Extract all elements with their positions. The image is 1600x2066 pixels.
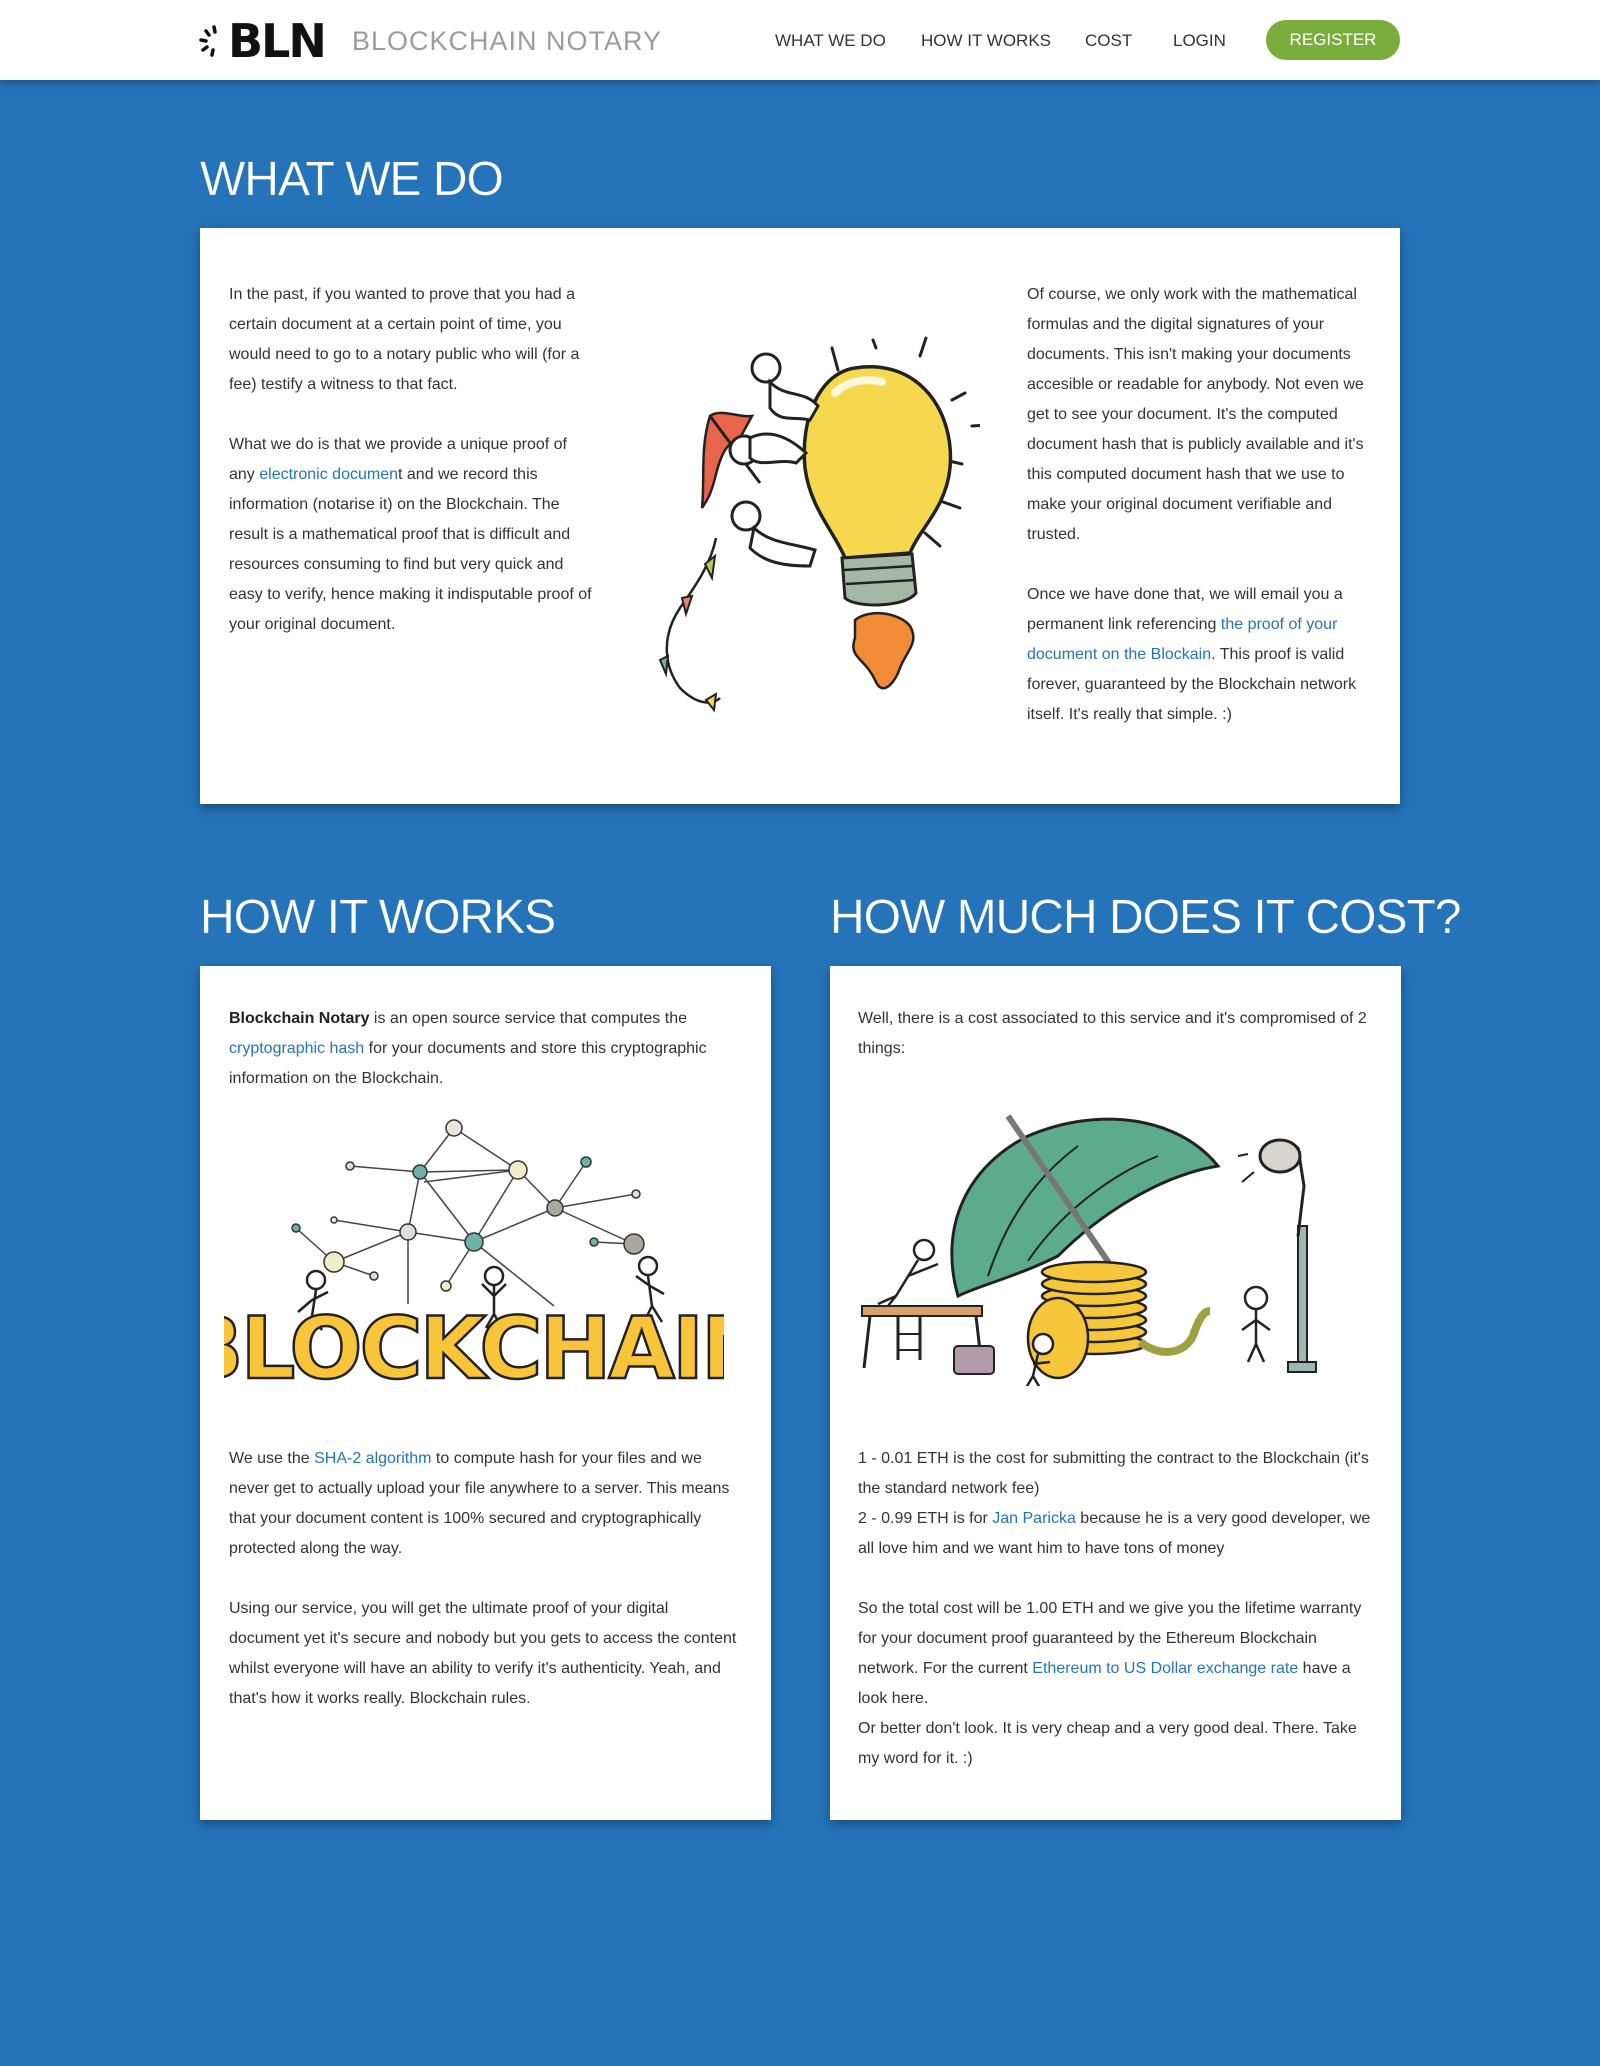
nav-how-it-works[interactable]: HOW IT WORKS [921, 28, 1051, 54]
blockchain-word: BLOCKCHAIN [224, 1299, 724, 1386]
cost-intro: Well, there is a cost associated to this… [858, 1004, 1370, 1064]
nav-login[interactable]: LOGIN [1173, 28, 1226, 54]
how-it-works-title: HOW IT WORKS [200, 891, 556, 944]
paragraph: Of course, we only work with the mathema… [1027, 286, 1364, 543]
cost-body: 1 - 0.01 ETH is the cost for submitting … [858, 1444, 1372, 1774]
paragraph: What we do is that we provide a unique p… [229, 430, 597, 640]
paragraph: So the total cost will be 1.00 ETH and w… [858, 1594, 1372, 1714]
register-button[interactable]: REGISTER [1266, 20, 1400, 60]
what-we-do-left-text: In the past, if you wanted to prove that… [229, 280, 597, 640]
cost-item-1: 1 - 0.01 ETH is the cost for submitting … [858, 1450, 1369, 1497]
text: We use the [229, 1450, 315, 1467]
cost-item-2: 2 - 0.99 ETH is for Jan Paricka because … [858, 1504, 1372, 1564]
site-header: BLN BLOCKCHAIN NOTARY WHAT WE DO HOW IT … [0, 0, 1600, 80]
paragraph: Blockchain Notary is an open source serv… [229, 1004, 741, 1094]
paragraph: Well, there is a cost associated to this… [858, 1010, 1367, 1057]
nav-cost[interactable]: COST [1085, 28, 1132, 54]
cryptographic-hash-link[interactable]: cryptographic hash [229, 1040, 364, 1057]
cost-title: HOW MUCH DOES IT COST? [830, 891, 1462, 944]
nav-what-we-do[interactable]: WHAT WE DO [775, 28, 886, 54]
paragraph: Using our service, you will get the ulti… [229, 1600, 737, 1707]
what-we-do-title: WHAT WE DO [200, 153, 504, 206]
cost-card: Well, there is a cost associated to this… [830, 966, 1401, 1820]
logo-burst-icon [199, 25, 217, 57]
exchange-rate-link[interactable]: Ethereum to US Dollar exchange rate [1032, 1660, 1298, 1677]
jan-paricka-link[interactable]: Jan Paricka [992, 1510, 1076, 1527]
paragraph: We use the SHA-2 algorithm to compute ha… [229, 1444, 741, 1564]
logo[interactable]: BLN [198, 14, 327, 68]
text: is an open source service that computes … [369, 1010, 687, 1027]
brand-name: BLOCKCHAIN NOTARY [352, 26, 663, 56]
paragraph: Once we have done that, we will email yo… [1027, 580, 1377, 730]
logo-text: BLN [228, 14, 327, 68]
cost-illustration [861, 1114, 1317, 1386]
text: t and we record this information (notari… [229, 466, 592, 633]
paragraph: Or better don't look. It is very cheap a… [858, 1720, 1357, 1767]
how-it-works-intro: Blockchain Notary is an open source serv… [229, 1004, 741, 1094]
how-it-works-card: Blockchain Notary is an open source serv… [200, 966, 771, 1820]
what-we-do-right-text: Of course, we only work with the mathema… [1027, 280, 1377, 730]
brand-bold: Blockchain Notary [229, 1010, 370, 1027]
electronic-document-link[interactable]: electronic documen [259, 466, 398, 483]
how-it-works-body: We use the SHA-2 algorithm to compute ha… [229, 1444, 741, 1714]
text: 2 - 0.99 ETH is for [858, 1510, 993, 1527]
what-we-do-card: In the past, if you wanted to prove that… [200, 228, 1400, 804]
lightbulb-illustration [658, 336, 980, 713]
sha2-algorithm-link[interactable]: SHA-2 algorithm [314, 1450, 431, 1467]
blockchain-illustration: BLOCKCHAIN [224, 1119, 724, 1386]
paragraph: In the past, if you wanted to prove that… [229, 286, 580, 393]
